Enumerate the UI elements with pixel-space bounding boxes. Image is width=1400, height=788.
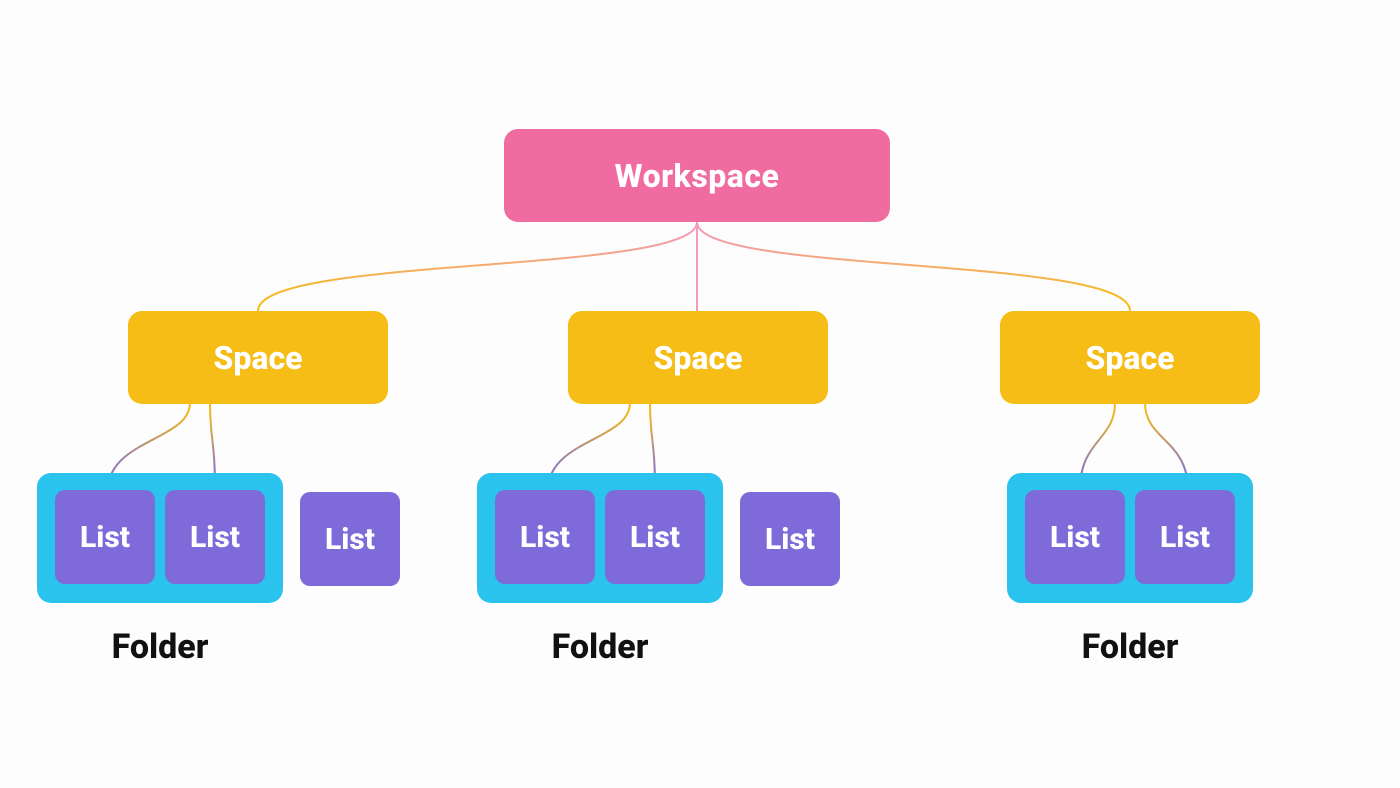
folder-label: Folder xyxy=(37,627,283,667)
space-node: Space xyxy=(568,311,828,404)
list-node: List xyxy=(605,490,705,584)
list-label: List xyxy=(325,522,375,557)
list-node: List xyxy=(55,490,155,584)
list-node: List xyxy=(300,492,400,586)
space-node: Space xyxy=(128,311,388,404)
folder-label: Folder xyxy=(1007,627,1253,667)
list-label: List xyxy=(630,520,680,555)
list-node: List xyxy=(165,490,265,584)
space-node: Space xyxy=(1000,311,1260,404)
list-node: List xyxy=(1135,490,1235,584)
list-node: List xyxy=(740,492,840,586)
space-label: Space xyxy=(654,339,743,377)
list-label: List xyxy=(765,522,815,557)
list-label: List xyxy=(80,520,130,555)
space-label: Space xyxy=(1086,339,1175,377)
list-label: List xyxy=(520,520,570,555)
list-label: List xyxy=(190,520,240,555)
list-label: List xyxy=(1160,520,1210,555)
space-label: Space xyxy=(214,339,303,377)
list-node: List xyxy=(1025,490,1125,584)
workspace-node: Workspace xyxy=(504,129,890,222)
workspace-label: Workspace xyxy=(615,157,780,195)
folder-label: Folder xyxy=(477,627,723,667)
list-label: List xyxy=(1050,520,1100,555)
list-node: List xyxy=(495,490,595,584)
